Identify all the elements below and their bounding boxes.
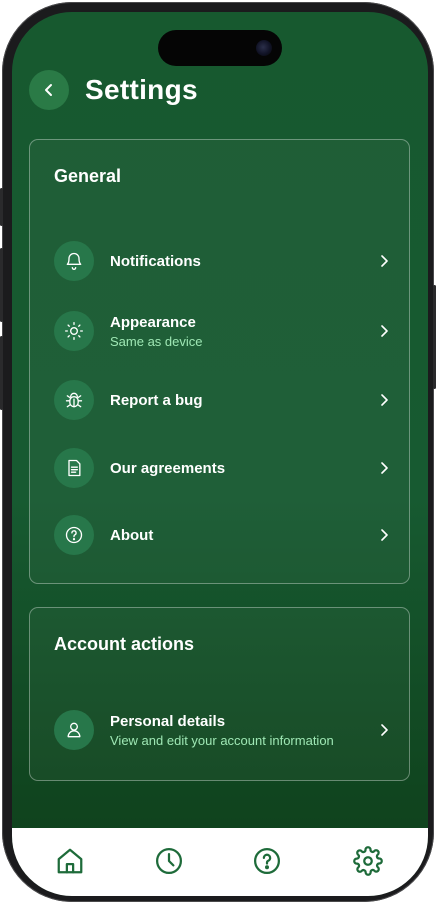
tab-help[interactable] bbox=[250, 844, 284, 878]
tab-settings[interactable] bbox=[351, 844, 385, 878]
bottom-tab-bar bbox=[12, 828, 428, 896]
settings-item-personal-details[interactable]: Personal details View and edit your acco… bbox=[54, 710, 391, 750]
chevron-left-icon bbox=[45, 84, 52, 96]
home-icon bbox=[57, 848, 83, 874]
dynamic-island bbox=[158, 30, 282, 66]
chevron-right-icon bbox=[377, 324, 391, 338]
account-section: Account actions Personal details View an… bbox=[29, 607, 410, 781]
help-icon bbox=[254, 848, 280, 874]
screen: Settings General Notifications Appearanc… bbox=[12, 12, 428, 896]
settings-item-label: Appearance bbox=[110, 313, 196, 331]
settings-item-appearance[interactable]: Appearance Same as device bbox=[54, 311, 391, 351]
action-button bbox=[0, 188, 3, 226]
settings-item-label: Personal details bbox=[110, 712, 226, 730]
settings-item-label: Notifications bbox=[110, 252, 201, 270]
tab-home[interactable] bbox=[53, 844, 87, 878]
volume-up-button bbox=[0, 248, 3, 322]
chevron-right-icon bbox=[377, 461, 391, 475]
bell-icon bbox=[54, 241, 94, 281]
chevron-right-icon bbox=[377, 254, 391, 268]
settings-item-subtitle: Same as device bbox=[110, 333, 203, 349]
back-button[interactable] bbox=[29, 70, 69, 110]
document-icon bbox=[54, 448, 94, 488]
tab-history[interactable] bbox=[152, 844, 186, 878]
section-title-general: General bbox=[54, 166, 122, 186]
chevron-right-icon bbox=[377, 723, 391, 737]
chevron-right-icon bbox=[377, 528, 391, 542]
question-circle-icon bbox=[54, 515, 94, 555]
settings-item-agreements[interactable]: Our agreements bbox=[54, 448, 391, 488]
settings-item-about[interactable]: About bbox=[54, 515, 391, 555]
settings-item-report-bug[interactable]: Report a bug bbox=[54, 380, 391, 420]
section-title-account: Account actions bbox=[54, 634, 195, 654]
settings-item-notifications[interactable]: Notifications bbox=[54, 241, 391, 281]
settings-item-label: Report a bug bbox=[110, 391, 203, 409]
user-icon bbox=[54, 710, 94, 750]
bug-icon bbox=[54, 380, 94, 420]
settings-item-label: About bbox=[110, 526, 154, 544]
page-title: Settings bbox=[85, 74, 198, 105]
settings-item-subtitle: View and edit your account information bbox=[110, 732, 334, 748]
header: Settings bbox=[29, 70, 198, 110]
phone-frame: Settings General Notifications Appearanc… bbox=[0, 2, 436, 902]
sun-icon bbox=[54, 311, 94, 351]
front-camera bbox=[256, 40, 272, 56]
chevron-right-icon bbox=[377, 393, 391, 407]
gear-icon bbox=[353, 846, 383, 876]
clock-icon bbox=[156, 848, 182, 874]
general-section: General Notifications Appearance Same as… bbox=[29, 139, 410, 584]
volume-down-button bbox=[0, 336, 3, 410]
settings-item-label: Our agreements bbox=[110, 459, 226, 477]
